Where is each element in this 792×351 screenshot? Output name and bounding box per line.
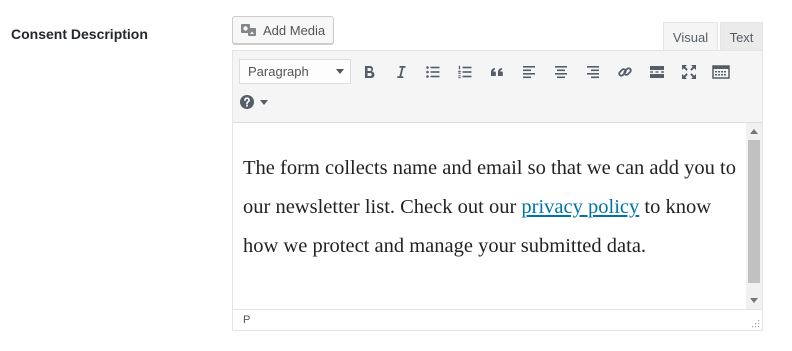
privacy-policy-link[interactable]: privacy policy — [521, 196, 639, 218]
italic-button[interactable] — [389, 60, 413, 84]
editor-scrollbar[interactable] — [746, 123, 762, 309]
editor-content[interactable]: The form collects name and email so that… — [233, 123, 746, 309]
consent-description-label: Consent Description — [11, 26, 148, 42]
bullet-list-button[interactable] — [421, 60, 445, 84]
align-right-icon — [585, 64, 601, 80]
chevron-down-icon — [336, 69, 344, 74]
insert-link-button[interactable] — [613, 60, 637, 84]
format-select-value: Paragraph — [248, 64, 309, 79]
fullscreen-button[interactable] — [677, 60, 701, 84]
add-media-label: Add Media — [263, 22, 326, 38]
chevron-down-icon — [260, 99, 268, 105]
rich-text-editor: Paragraph The form collects name and ema… — [232, 50, 763, 331]
bold-button[interactable] — [357, 60, 381, 84]
toolbar-toggle-button[interactable] — [709, 60, 733, 84]
tab-text[interactable]: Text — [720, 22, 763, 51]
scrollbar-thumb[interactable] — [748, 140, 760, 283]
read-more-icon — [649, 64, 665, 80]
element-path[interactable]: P — [243, 314, 250, 326]
numbered-list-icon — [457, 64, 473, 80]
add-media-icon — [240, 22, 258, 38]
help-icon — [239, 94, 255, 110]
link-icon — [617, 64, 633, 80]
resize-handle-icon[interactable] — [750, 318, 760, 328]
align-center-icon — [553, 64, 569, 80]
align-right-button[interactable] — [581, 60, 605, 84]
toolbar-toggle-icon — [712, 64, 730, 80]
help-button[interactable] — [239, 90, 279, 114]
blockquote-icon — [489, 64, 505, 80]
editor-statusbar: P — [233, 309, 762, 330]
numbered-list-button[interactable] — [453, 60, 477, 84]
add-media-button[interactable]: Add Media — [232, 16, 335, 44]
align-center-button[interactable] — [549, 60, 573, 84]
scroll-down-icon[interactable] — [750, 298, 758, 303]
italic-icon — [393, 64, 409, 80]
align-left-button[interactable] — [517, 60, 541, 84]
scroll-up-icon[interactable] — [750, 129, 758, 134]
bold-icon — [361, 64, 377, 80]
editor-toolbar: Paragraph — [233, 51, 762, 123]
align-left-icon — [521, 64, 537, 80]
read-more-button[interactable] — [645, 60, 669, 84]
format-select[interactable]: Paragraph — [239, 59, 351, 84]
fullscreen-icon — [681, 64, 697, 80]
bullet-list-icon — [425, 64, 441, 80]
tab-visual[interactable]: Visual — [663, 22, 718, 51]
blockquote-button[interactable] — [485, 60, 509, 84]
